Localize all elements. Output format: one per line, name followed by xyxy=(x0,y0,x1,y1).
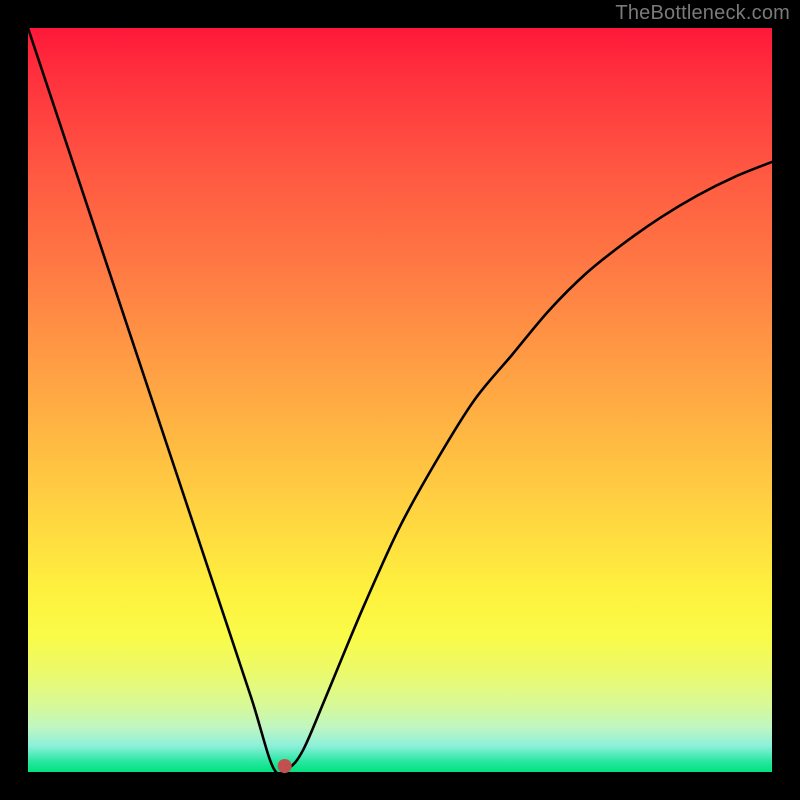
watermark-text: TheBottleneck.com xyxy=(615,2,790,25)
curve-layer xyxy=(28,28,772,772)
plot-area xyxy=(28,28,772,772)
bottleneck-curve xyxy=(28,28,772,774)
chart-frame: TheBottleneck.com xyxy=(0,0,800,800)
minimum-marker xyxy=(278,759,292,773)
